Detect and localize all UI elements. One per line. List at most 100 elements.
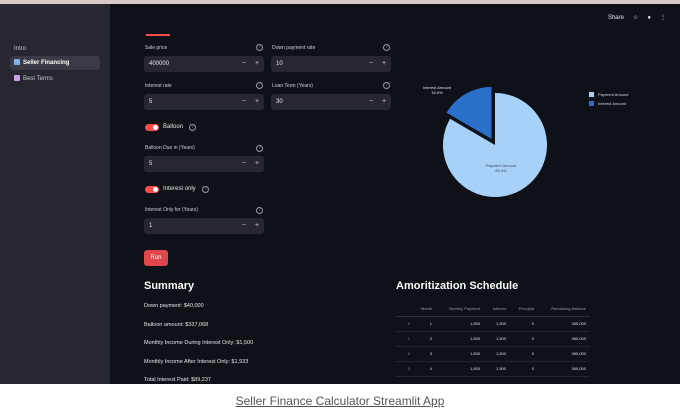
summary-heading: Summary [144,280,195,292]
interest-rate-input[interactable]: 5 − + [144,94,264,110]
increment-button[interactable]: + [378,94,390,110]
chart-icon [14,75,20,81]
increment-button[interactable]: + [251,218,263,234]
down-payment-rate-input[interactable]: 10 − + [271,56,391,72]
down-payment-rate-label: Down payment rate [272,45,316,51]
legend-item[interactable]: Payment Amount [589,91,628,97]
input-value: 5 [149,99,153,105]
table-cell: 0 [510,361,538,377]
table-cell: 0 [510,346,538,362]
summary-total-interest: Total Interest Paid: $89,237 [144,377,211,383]
sidebar-item-label: Intro [14,46,27,52]
table-cell: 360,000 [538,331,590,347]
balloon-toggle-label: Balloon [163,124,184,130]
header-decoration [146,34,170,36]
table-cell: 0 [510,331,538,347]
table-cell: 360,000 [538,316,590,332]
column-header[interactable]: Month [414,302,436,317]
column-header[interactable]: Interest [484,302,510,317]
table-row: 3 4 1,500 1,500 0 360,000 [396,361,590,377]
pie-chart [443,86,547,197]
decrement-button[interactable]: − [238,94,250,110]
sidebar-item-intro[interactable]: Intro [10,42,100,56]
input-value: 10 [276,61,283,67]
increment-button[interactable]: + [378,56,390,72]
interest-slice-label: Interest Amount 16.6% [414,85,460,95]
run-button[interactable]: Run [144,250,168,266]
help-icon[interactable]: ? [383,82,390,89]
table-cell: 3 [414,346,436,362]
legend-item[interactable]: Interest Amount [589,100,628,106]
slice-percent: 83.4% [495,168,507,173]
table-header-row: Month Monthly Payment Interest Principal… [396,302,590,317]
legend-label: Interest Amount [598,100,627,106]
help-icon[interactable]: ? [256,207,263,214]
sidebar-item-best-terms[interactable]: Best Terms [10,72,100,86]
summary-income-during: Monthly Income During Interest Only: $1,… [144,340,254,346]
balloon-toggle[interactable] [145,124,159,131]
increment-button[interactable]: + [251,156,263,172]
slice-percent: 16.6% [431,90,443,95]
table-cell: 2 [396,346,414,362]
help-icon[interactable]: ? [202,186,209,193]
column-header[interactable]: Principal [510,302,538,317]
menu-icon[interactable]: ⋮ [660,14,666,21]
column-header[interactable]: Remaining Balance [538,302,590,317]
table-cell: 2 [414,331,436,347]
page-icon [14,59,20,65]
interest-rate-label: Interest rate [145,83,172,89]
interest-only-toggle-label: Interest only [163,186,196,192]
table-cell: 1,500 [436,346,484,362]
table-cell: 1,500 [484,331,510,347]
help-icon[interactable]: ? [189,124,196,131]
github-icon[interactable]: ● [647,15,651,21]
help-icon[interactable]: ? [383,44,390,51]
table-cell: 1,500 [436,361,484,377]
table-cell: 0 [396,316,414,332]
payment-slice-label: Payment Amount 83.4% [476,163,526,173]
sidebar: Intro Seller Financing Best Terms [0,4,110,384]
table-cell: 1 [414,316,436,332]
column-header[interactable]: Monthly Payment [436,302,484,317]
summary-income-after: Monthly Income After Interest Only: $1,9… [144,359,249,365]
table-row: 1 2 1,500 1,500 0 360,000 [396,331,590,347]
header-actions: Share ☆ ● ⋮ [608,14,666,22]
decrement-button[interactable]: − [238,218,250,234]
image-caption[interactable]: Seller Finance Calculator Streamlit App [0,394,680,408]
increment-button[interactable]: + [251,56,263,72]
table-cell: 1 [396,331,414,347]
input-value: 400000 [149,61,170,67]
balloon-due-label: Balloon Due in (Years) [145,145,195,151]
sidebar-item-seller-financing[interactable]: Seller Financing [10,56,100,70]
loan-term-input[interactable]: 30 − + [271,94,391,110]
sale-price-input[interactable]: 400000 − + [144,56,264,72]
interest-only-for-input[interactable]: 1 − + [144,218,264,234]
summary-balloon-amount: Balloon amount: $337,068 [144,322,209,328]
decrement-button[interactable]: − [238,56,250,72]
loan-term-label: Loan Term (Years) [272,83,313,89]
column-header[interactable] [396,302,414,317]
legend-label: Payment Amount [598,91,629,97]
table-row: 2 3 1,500 1,500 0 360,000 [396,346,590,362]
app-window: Intro Seller Financing Best Terms Share … [0,0,680,384]
table-cell: 4 [414,361,436,377]
share-button[interactable]: Share [608,15,624,21]
help-icon[interactable]: ? [256,145,263,152]
help-icon[interactable]: ? [256,44,263,51]
sidebar-item-label: Seller Financing [23,60,70,66]
decrement-button[interactable]: − [238,156,250,172]
table-cell: 1,500 [484,346,510,362]
sidebar-item-label: Best Terms [23,76,53,82]
balloon-due-input[interactable]: 5 − + [144,156,264,172]
decrement-button[interactable]: − [365,56,377,72]
increment-button[interactable]: + [251,94,263,110]
help-icon[interactable]: ? [256,82,263,89]
interest-only-toggle[interactable] [145,186,159,193]
star-icon[interactable]: ☆ [633,14,638,21]
sale-price-label: Sale price [145,45,168,51]
summary-down-payment: Down payment: $40,000 [144,303,204,309]
decrement-button[interactable]: − [365,94,377,110]
table-cell: 1,500 [484,316,510,332]
table-cell: 360,000 [538,346,590,362]
table-row: 0 1 1,500 1,500 0 360,000 [396,316,590,332]
